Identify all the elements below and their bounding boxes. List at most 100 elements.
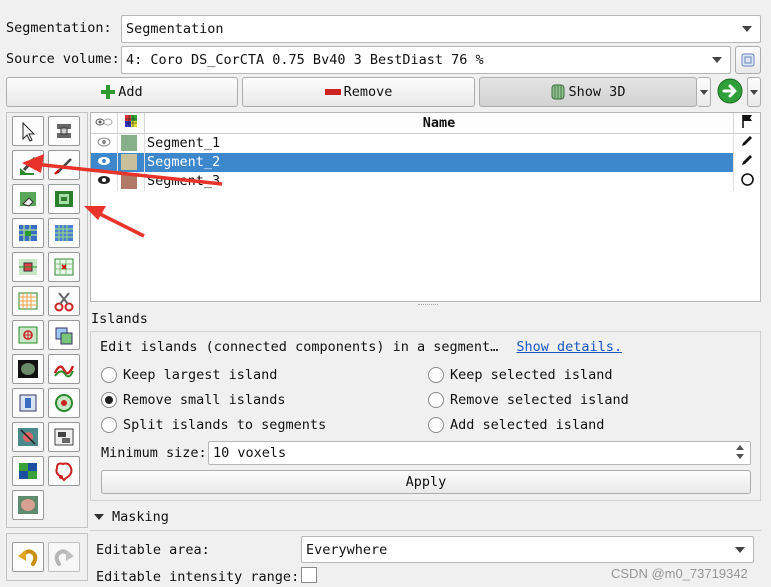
editable-area-select[interactable]: Everywhere bbox=[301, 536, 754, 563]
option-label: Remove selected island bbox=[450, 392, 629, 408]
radio-button[interactable] bbox=[101, 367, 117, 383]
option-keep-largest[interactable]: Keep largest island bbox=[101, 367, 277, 383]
islands-title: Islands bbox=[91, 311, 148, 327]
smoothing-tool-button[interactable] bbox=[12, 354, 44, 384]
watershed-icon bbox=[18, 496, 38, 514]
editable-area-value: Everywhere bbox=[306, 541, 388, 558]
islands-description: Edit islands (connected components) in a… bbox=[100, 339, 499, 355]
show-details-link[interactable]: Show details. bbox=[516, 339, 622, 355]
hollow-tool-button[interactable] bbox=[12, 286, 44, 316]
editable-intensity-label: Editable intensity range: bbox=[96, 569, 300, 585]
draw-tube-tool-button[interactable] bbox=[48, 456, 80, 486]
radio-button[interactable] bbox=[101, 417, 117, 433]
redo-button[interactable] bbox=[48, 542, 80, 572]
option-add-selected[interactable]: Add selected island bbox=[428, 417, 604, 433]
add-segment-button[interactable]: Add bbox=[6, 77, 238, 107]
undo-icon bbox=[18, 549, 38, 566]
visibility-cell[interactable] bbox=[91, 133, 118, 153]
islands-description-line: Edit islands (connected components) in a… bbox=[100, 339, 622, 355]
chevron-down-icon bbox=[750, 89, 758, 95]
remove-segment-button[interactable]: Remove bbox=[242, 77, 475, 107]
wrap-solidify-tool-button[interactable] bbox=[12, 422, 44, 452]
segments-table: Name Segment_1 Segment_2 Segment_3 bbox=[91, 113, 760, 191]
status-column-header[interactable] bbox=[734, 113, 761, 134]
engrave-tool-button[interactable] bbox=[12, 456, 44, 486]
color-cell[interactable] bbox=[117, 133, 145, 153]
spin-arrows-icon[interactable] bbox=[736, 445, 744, 459]
visibility-cell[interactable] bbox=[91, 152, 118, 172]
min-size-spinbox[interactable]: 10 voxels bbox=[208, 441, 751, 465]
surface-cut-tool-button[interactable] bbox=[48, 354, 80, 384]
apply-button[interactable]: Apply bbox=[101, 470, 751, 494]
color-cell[interactable] bbox=[117, 171, 145, 191]
show-3d-dropdown[interactable] bbox=[697, 77, 711, 107]
segment-name-cell[interactable]: Segment_2 bbox=[144, 152, 734, 172]
scissors-icon bbox=[54, 292, 74, 312]
next-arrow-dropdown[interactable] bbox=[747, 77, 761, 107]
option-remove-small[interactable]: Remove small islands bbox=[101, 392, 286, 408]
split-volume-icon bbox=[54, 428, 74, 446]
visibility-cell[interactable] bbox=[91, 171, 118, 191]
table-header-row: Name bbox=[91, 113, 760, 134]
watershed-tool-button[interactable] bbox=[12, 490, 44, 520]
segment-color-swatch[interactable] bbox=[121, 173, 137, 189]
segment-color-swatch[interactable] bbox=[121, 154, 137, 170]
threshold-tool-button[interactable] bbox=[12, 252, 44, 282]
editable-intensity-checkbox[interactable] bbox=[301, 567, 317, 583]
margin-icon bbox=[54, 258, 74, 276]
segment-name-cell[interactable]: Segment_3 bbox=[144, 171, 734, 191]
status-cell[interactable] bbox=[733, 152, 760, 172]
masking-title: Masking bbox=[112, 509, 169, 525]
scissors-tool-button[interactable] bbox=[48, 286, 80, 316]
option-remove-selected[interactable]: Remove selected island bbox=[428, 392, 629, 408]
cursor-tool-tool-button[interactable] bbox=[12, 116, 44, 146]
option-keep-selected[interactable]: Keep selected island bbox=[428, 367, 613, 383]
color-column-header[interactable] bbox=[117, 113, 145, 134]
margin-tool-button[interactable] bbox=[48, 252, 80, 282]
next-arrow-button[interactable] bbox=[716, 77, 746, 107]
radio-button-selected[interactable] bbox=[101, 392, 117, 408]
splitter-handle[interactable] bbox=[418, 304, 438, 307]
erase-tool-button[interactable] bbox=[12, 184, 44, 214]
fill-between-slices-tool-button[interactable] bbox=[48, 218, 80, 248]
source-volume-select[interactable]: 4: Coro DS_CorCTA 0.75 Bv40 3 BestDiast … bbox=[121, 46, 731, 74]
radio-button[interactable] bbox=[428, 367, 444, 383]
paint-tool-button[interactable] bbox=[12, 150, 44, 180]
table-row[interactable]: Segment_3 bbox=[91, 171, 761, 191]
option-label: Split islands to segments bbox=[123, 417, 327, 433]
table-row[interactable]: Segment_2 bbox=[91, 152, 760, 172]
option-split-islands[interactable]: Split islands to segments bbox=[101, 417, 326, 433]
min-size-value: 10 voxels bbox=[213, 445, 287, 461]
draw-tube-icon bbox=[55, 462, 73, 482]
name-column-header[interactable]: Name bbox=[144, 113, 734, 134]
source-volume-options-button[interactable] bbox=[735, 46, 761, 74]
segments-table-frame: Name Segment_1 Segment_2 Segment_3 bbox=[90, 112, 761, 302]
visibility-column-header[interactable] bbox=[91, 113, 118, 134]
masking-header[interactable]: Masking bbox=[94, 509, 169, 525]
status-cell[interactable] bbox=[734, 172, 761, 191]
show-3d-label: Show 3D bbox=[568, 84, 626, 100]
color-cell[interactable] bbox=[117, 152, 145, 172]
islands-tool-button[interactable] bbox=[12, 320, 44, 350]
grow-from-seeds-tool-button[interactable] bbox=[12, 218, 44, 248]
level-tracing-tool-button[interactable] bbox=[48, 184, 80, 214]
segmentation-select[interactable]: Segmentation bbox=[121, 15, 761, 43]
eye-open-icon bbox=[98, 157, 110, 165]
segment-color-swatch[interactable] bbox=[121, 135, 137, 152]
draw-tool-button[interactable] bbox=[48, 150, 80, 180]
mask-volume-tool-button[interactable] bbox=[12, 388, 44, 418]
segment-name-cell[interactable]: Segment_1 bbox=[144, 133, 734, 153]
circle-status-icon bbox=[740, 172, 754, 186]
eye-header-icon bbox=[95, 118, 113, 126]
undo-button[interactable] bbox=[12, 542, 44, 572]
arrow-right-circle-icon bbox=[717, 78, 743, 104]
show-3d-button[interactable]: Show 3D bbox=[479, 77, 697, 107]
radio-button[interactable] bbox=[428, 392, 444, 408]
status-cell[interactable] bbox=[734, 134, 761, 153]
local-threshold-tool-button[interactable] bbox=[48, 388, 80, 418]
split-volume-tool-button[interactable] bbox=[48, 422, 80, 452]
logical-operators-tool-button[interactable] bbox=[48, 320, 80, 350]
slice-threshold-tool-button[interactable] bbox=[48, 116, 80, 146]
radio-button[interactable] bbox=[428, 417, 444, 433]
table-row[interactable]: Segment_1 bbox=[91, 133, 761, 153]
